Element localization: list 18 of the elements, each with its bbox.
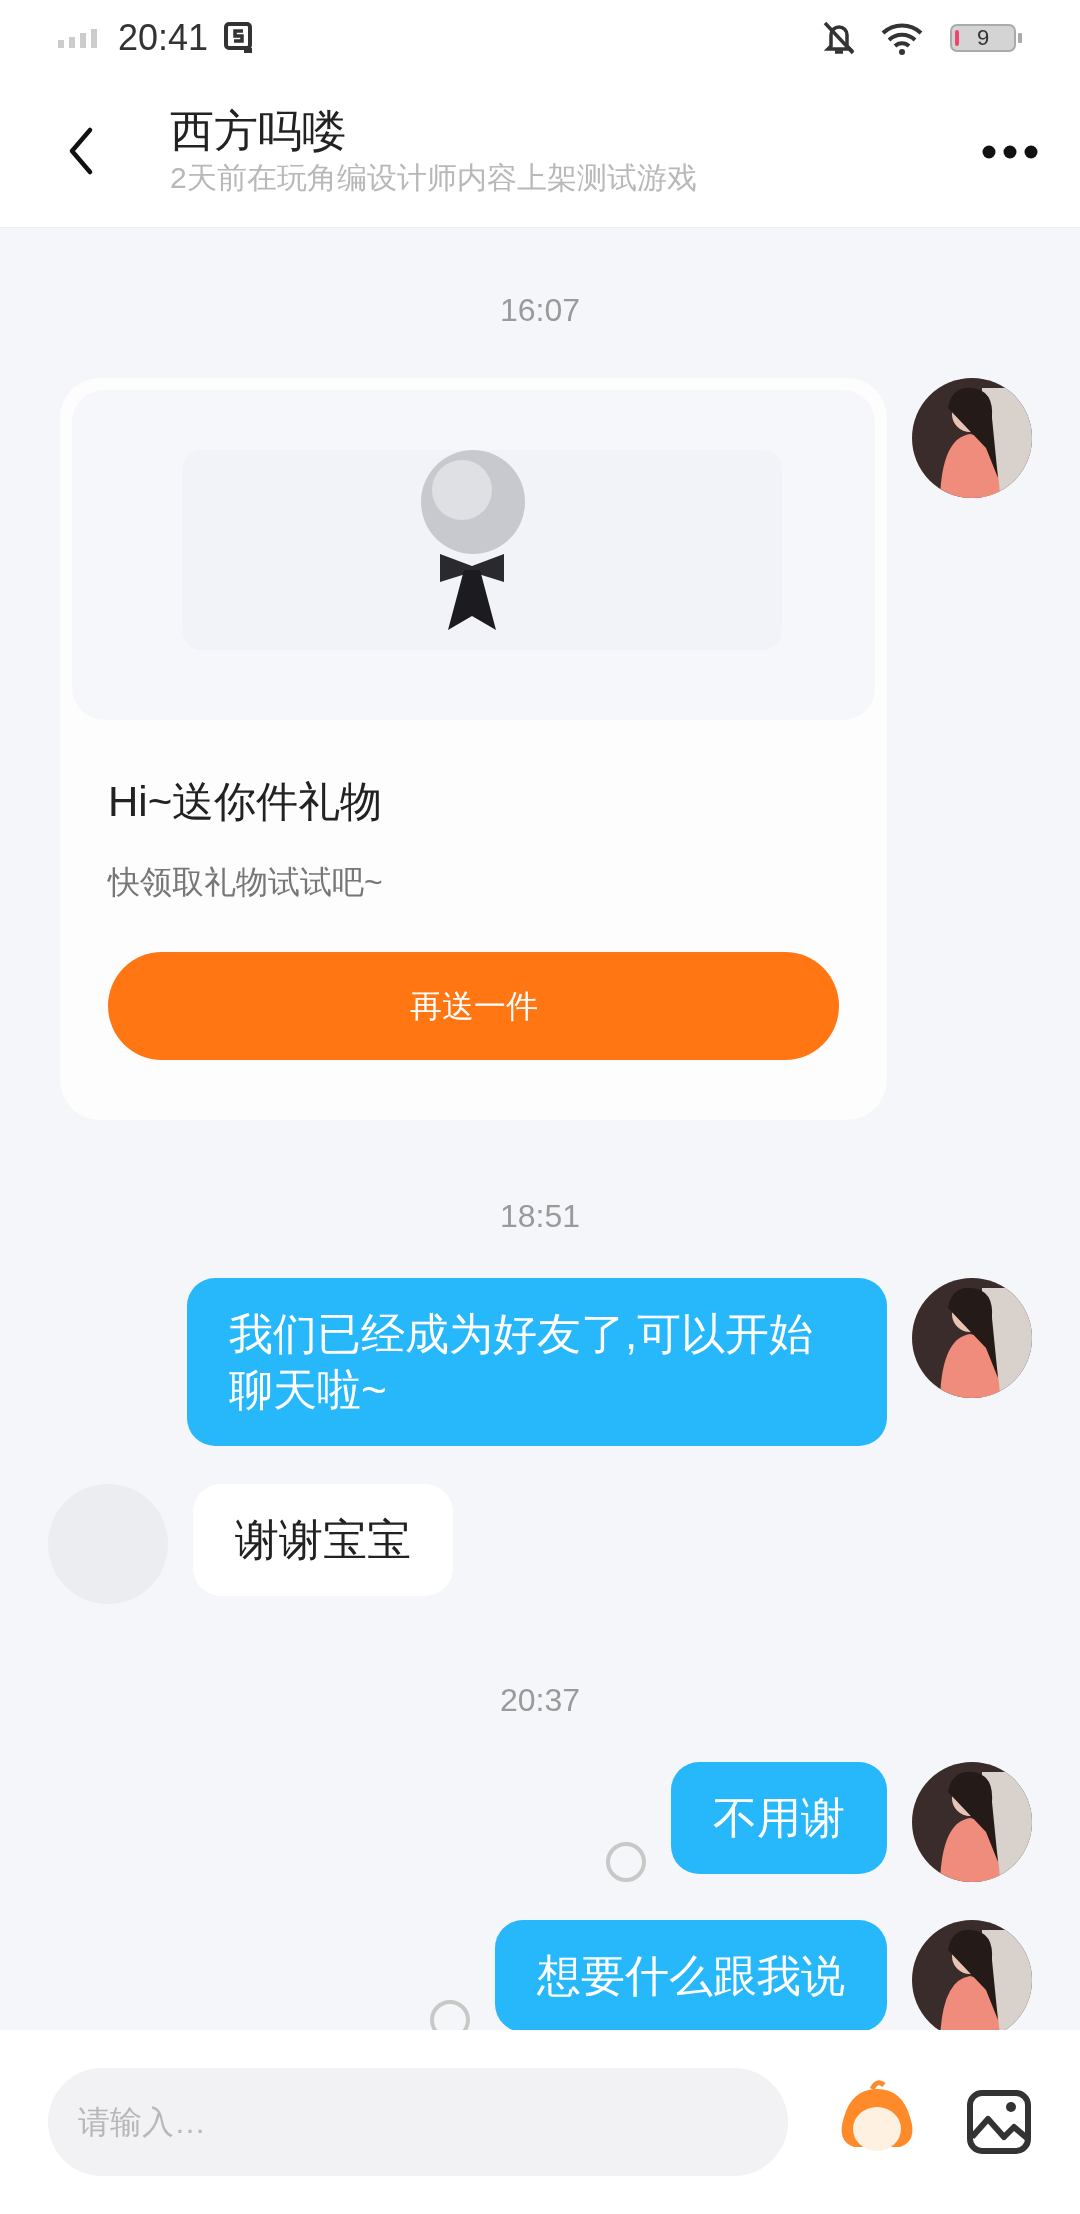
message-bubble: 不用谢 [671,1762,887,1874]
timestamp: 20:37 [499,1682,581,1718]
notification-icon [224,21,255,54]
mute-icon [822,19,856,56]
timestamp: 16:07 [499,292,581,328]
status-time: 20:41 [118,15,209,60]
send-again-button[interactable]: 再送一件 [108,952,839,1060]
more-icon[interactable] [982,144,1038,159]
chat-subtitle: 2天前在玩角编设计师内容上架测试游戏 [170,159,697,196]
image-icon[interactable] [966,2089,1032,2155]
message-bubble: 谢谢宝宝 [193,1484,453,1596]
chat-title: 西方吗喽 [170,105,347,158]
gift-title: Hi~送你件礼物 [108,777,384,827]
timestamp: 18:51 [499,1198,581,1234]
gift-subtitle: 快领取礼物试试吧~ [108,863,384,902]
message-input[interactable]: 请输入… [48,2068,788,2176]
message-bubble: 我们已经成为好友了,可以开始聊天啦~ [187,1278,887,1446]
message-bubble: 想要什么跟我说 [495,1920,887,2030]
